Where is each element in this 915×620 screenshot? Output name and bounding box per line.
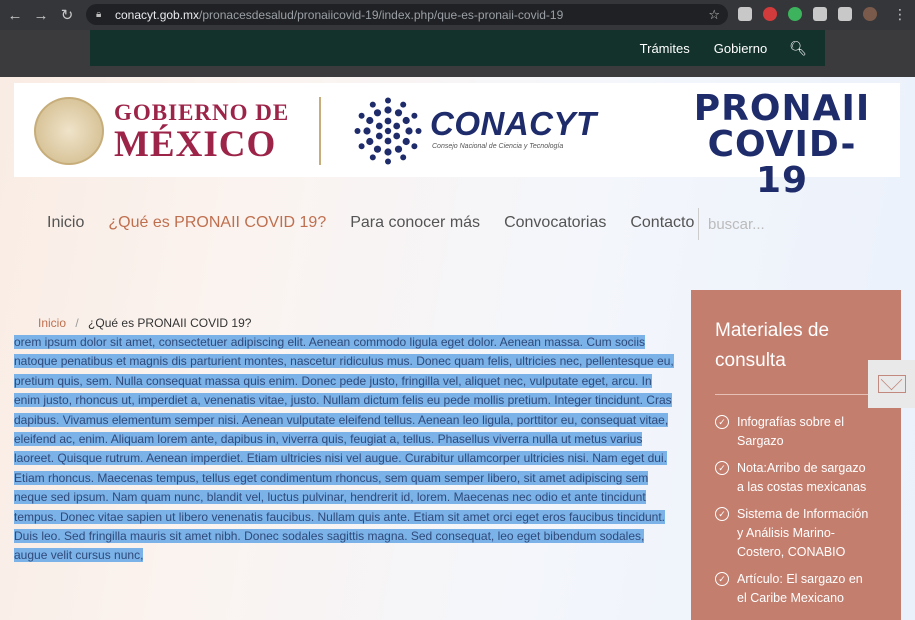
chrome-menu-icon[interactable]: ⋮	[893, 6, 907, 23]
extension-record-icon[interactable]	[763, 7, 777, 21]
sidebar-materiales: Materiales de consulta ✓ Infografías sob…	[691, 290, 901, 620]
back-arrow-icon[interactable]: ←	[4, 4, 26, 26]
browser-toolbar: ← → ↻ 🔒︎ conacyt.gob.mx /pronacesdesalud…	[0, 0, 915, 30]
sidebar-item-label: Artículo: El sargazo en el Caribe Mexica…	[737, 572, 863, 605]
breadcrumb: Inicio / ¿Qué es PRONAII COVID 19?	[38, 316, 251, 330]
conacyt-logo-text[interactable]: CONACYT	[430, 105, 597, 143]
nav-item-convocatorias[interactable]: Convocatorias	[504, 214, 606, 232]
sidebar-item-infografias[interactable]: ✓ Infografías sobre el Sargazo	[715, 413, 875, 451]
contact-mail-button[interactable]	[868, 360, 915, 408]
pronaii-line1: PRONAII	[693, 88, 871, 129]
profile-avatar[interactable]	[863, 7, 877, 21]
sidebar-item-sistema[interactable]: ✓ Sistema de Información y Análisis Mari…	[715, 505, 875, 562]
check-circle-icon: ✓	[715, 507, 729, 521]
sidebar-divider	[715, 394, 871, 395]
gob-line2: MÉXICO	[114, 124, 277, 165]
main-nav: Inicio ¿Qué es PRONAII COVID 19? Para co…	[47, 214, 718, 232]
sidebar-item-label: Sistema de Información y Análisis Marino…	[737, 507, 869, 559]
search-input[interactable]: buscar...	[698, 208, 765, 240]
breadcrumb-home-link[interactable]: Inicio	[38, 316, 66, 330]
search-icon[interactable]: 🔍︎	[789, 40, 807, 57]
breadcrumb-current: ¿Qué es PRONAII COVID 19?	[88, 316, 252, 330]
check-circle-icon: ✓	[715, 415, 729, 429]
envelope-icon	[877, 375, 906, 393]
reload-icon[interactable]: ↻	[56, 4, 78, 26]
article-body[interactable]: orem ipsum dolor sit amet, consectetuer …	[14, 333, 678, 566]
nav-item-inicio[interactable]: Inicio	[47, 214, 84, 232]
conacyt-dots-icon	[354, 97, 422, 165]
breadcrumb-separator: /	[75, 316, 79, 330]
bookmark-star-icon[interactable]: ☆	[708, 7, 720, 23]
topbar-link-gobierno[interactable]: Gobierno	[714, 41, 767, 56]
extension-icon[interactable]	[738, 7, 752, 21]
pronaii-line2: COVID-19	[707, 124, 857, 201]
url-host: conacyt.gob.mx	[115, 7, 200, 22]
site-topbar: Trámites Gobierno 🔍︎	[90, 30, 825, 66]
reading-list-icon[interactable]	[838, 7, 852, 21]
conacyt-subtitle: Consejo Nacional de Ciencia y Tecnología	[432, 143, 564, 150]
gob-line1: GOBIERNO DE	[114, 100, 290, 125]
header-banner: GOBIERNO DE MÉXICO CONACYT Consejo Nacio…	[14, 83, 900, 199]
extension-green-icon[interactable]	[788, 7, 802, 21]
lock-icon: 🔒︎	[96, 8, 102, 20]
forward-arrow-icon[interactable]: →	[30, 4, 52, 26]
puzzle-extensions-icon[interactable]	[813, 7, 827, 21]
selected-text[interactable]: orem ipsum dolor sit amet, consectetuer …	[14, 335, 674, 563]
mexico-seal-icon	[34, 97, 104, 165]
gobierno-de-mexico-logo[interactable]: GOBIERNO DE MÉXICO	[114, 101, 289, 163]
topbar-link-tramites[interactable]: Trámites	[640, 41, 690, 56]
nav-item-contacto[interactable]: Contacto	[630, 214, 694, 232]
sidebar-item-label: Infografías sobre el Sargazo	[737, 415, 845, 448]
check-circle-icon: ✓	[715, 461, 729, 475]
sidebar-item-label: Nota:Arribo de sargazo a las costas mexi…	[737, 461, 867, 494]
logo-divider	[319, 97, 321, 165]
nav-item-que-es[interactable]: ¿Qué es PRONAII COVID 19?	[108, 214, 326, 232]
sidebar-item-nota[interactable]: ✓ Nota:Arribo de sargazo a las costas me…	[715, 459, 875, 497]
sidebar-item-articulo[interactable]: ✓ Artículo: El sargazo en el Caribe Mexi…	[715, 570, 875, 608]
address-bar[interactable]: 🔒︎ conacyt.gob.mx /pronacesdesalud/prona…	[86, 4, 728, 25]
url-path: /pronacesdesalud/pronaiicovid-19/index.p…	[199, 7, 564, 22]
pronaii-covid-logo[interactable]: PRONAII COVID-19	[682, 91, 882, 199]
nav-item-para-conocer[interactable]: Para conocer más	[350, 214, 480, 232]
check-circle-icon: ✓	[715, 572, 729, 586]
